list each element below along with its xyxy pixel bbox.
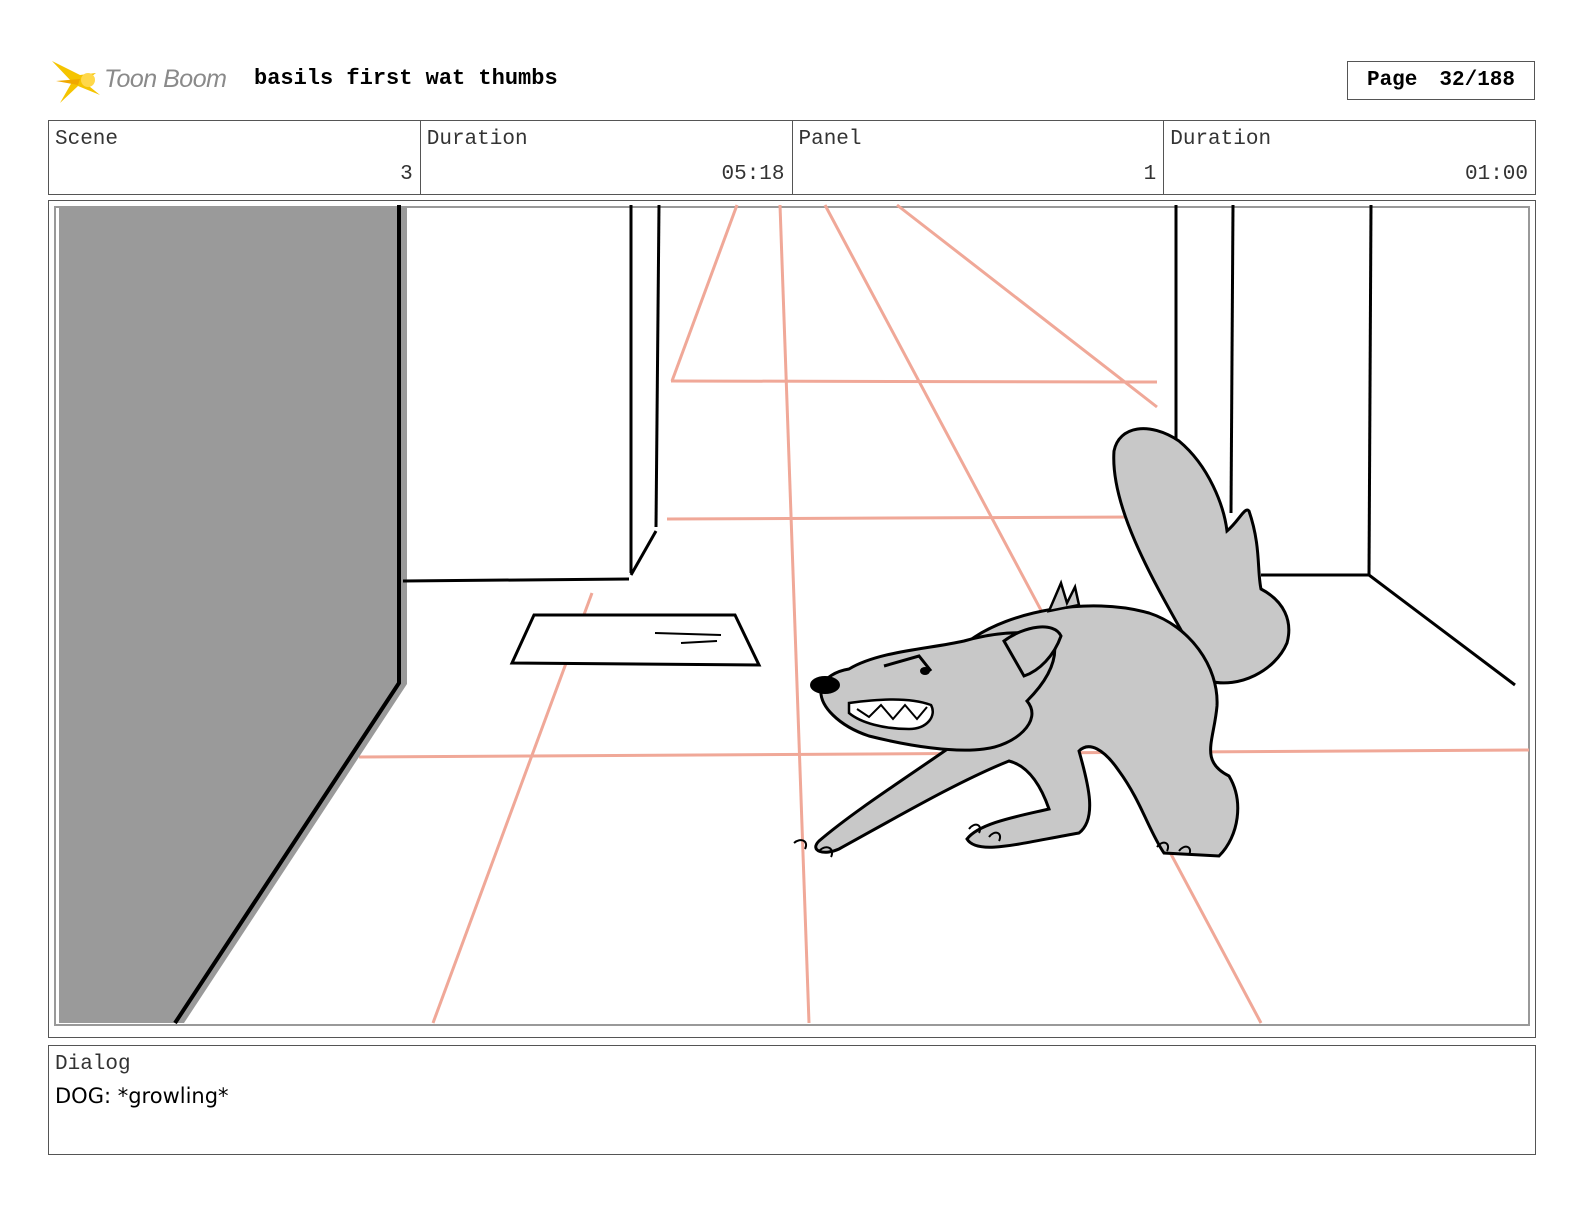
panel-duration-cell: Duration 01:00 bbox=[1164, 121, 1535, 194]
page-number: 32/188 bbox=[1439, 69, 1516, 92]
panel-label: Panel bbox=[798, 128, 862, 151]
panel-value: 1 bbox=[1143, 163, 1157, 186]
scene-label: Scene bbox=[55, 128, 119, 151]
panel-duration-value: 01:00 bbox=[1464, 163, 1528, 186]
storyboard-panel bbox=[48, 200, 1536, 1038]
scene-duration-cell: Duration 05:18 bbox=[421, 121, 793, 194]
starburst-icon bbox=[52, 61, 100, 103]
scene-value: 3 bbox=[400, 163, 413, 186]
floor-mat bbox=[509, 613, 762, 667]
scene-duration-label: Duration bbox=[426, 128, 528, 151]
dialog-box: Dialog DOG: *growling* bbox=[48, 1045, 1536, 1155]
page-label: Page bbox=[1366, 69, 1418, 92]
info-table: Scene 3 Duration 05:18 Panel 1 Duration … bbox=[48, 120, 1536, 195]
dog-character bbox=[793, 427, 1291, 858]
page-indicator: Page 32/188 bbox=[1347, 61, 1535, 100]
dialog-text: DOG: *growling* bbox=[55, 1084, 229, 1108]
panel-drawing bbox=[54, 203, 1530, 1026]
wall-shadow bbox=[59, 207, 407, 1023]
scene-cell: Scene 3 bbox=[49, 121, 421, 194]
room-edges bbox=[402, 204, 1516, 687]
panel-cell: Panel 1 bbox=[793, 121, 1165, 194]
panel-duration-label: Duration bbox=[1170, 128, 1272, 151]
document-title: basils first wat thumbs bbox=[254, 66, 558, 91]
scene-duration-value: 05:18 bbox=[721, 163, 785, 186]
logo-text: Toon Boom bbox=[104, 65, 227, 93]
dialog-label: Dialog bbox=[55, 1053, 131, 1076]
toon-boom-logo: Toon Boom bbox=[50, 55, 240, 107]
